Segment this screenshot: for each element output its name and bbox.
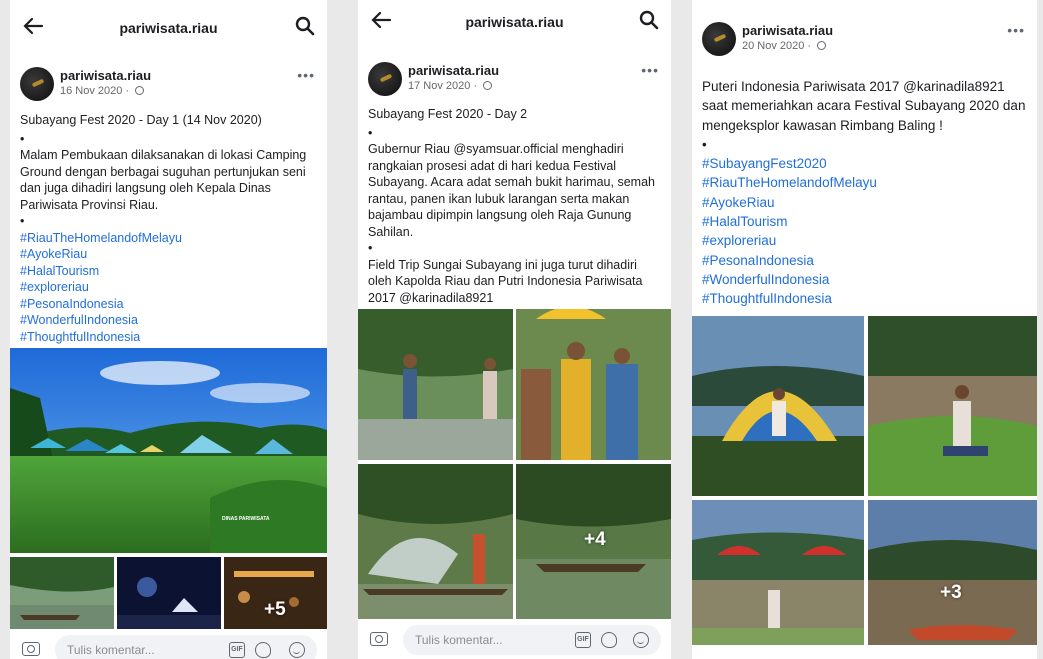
post-date: 20 Nov 2020 ·	[742, 40, 827, 52]
caption-line: •	[368, 241, 373, 255]
caption-line: •	[368, 125, 373, 140]
hashtag-link[interactable]: #exploreriau	[20, 279, 319, 296]
post-caption: Subayang Fest 2020 - Day 1 (14 Nov 2020)…	[20, 112, 319, 345]
caption-line: Subayang Fest 2020 - Day 2	[368, 107, 528, 121]
sticker-icon[interactable]	[255, 642, 271, 658]
hashtag-link[interactable]: #ThoughtfulIndonesia	[20, 329, 319, 346]
globe-icon	[135, 86, 145, 95]
comment-placeholder: Tulis komentar...	[67, 643, 155, 657]
post-photo-river-kayak[interactable]	[868, 500, 1037, 645]
top-bar: pariwisata.riau	[358, 0, 671, 50]
hashtag-link[interactable]: #HalalTourism	[702, 212, 1029, 231]
post-photo-thumbnail[interactable]	[10, 557, 114, 629]
post-photo-riverbank[interactable]	[868, 316, 1037, 496]
hashtag-link[interactable]: #AyokeRiau	[20, 246, 319, 263]
emoji-icon[interactable]	[289, 642, 305, 658]
page-title: pariwisata.riau	[119, 20, 218, 36]
hashtag-link[interactable]: #PesonaIndonesia	[20, 296, 319, 313]
author-name[interactable]: pariwisata.riau	[60, 68, 151, 83]
more-options-icon[interactable]: •••	[1007, 22, 1025, 38]
avatar[interactable]	[702, 22, 736, 56]
author-name[interactable]: pariwisata.riau	[408, 63, 499, 78]
hashtag-link[interactable]: #exploreriau	[702, 231, 1029, 250]
camera-icon[interactable]	[22, 642, 40, 656]
post-photo-fishing-net[interactable]	[358, 464, 513, 619]
comment-placeholder: Tulis komentar...	[415, 633, 503, 647]
hashtag-link[interactable]: #SubayangFest2020	[702, 154, 1029, 173]
post-panel-day3: pariwisata.riau 20 Nov 2020 · ••• Puteri…	[692, 0, 1037, 659]
hashtag-link[interactable]: #WonderfulIndonesia	[702, 270, 1029, 289]
top-bar: pariwisata.riau	[10, 0, 327, 56]
caption-line: •	[702, 136, 707, 152]
hashtag-link[interactable]: #HalalTourism	[20, 263, 319, 280]
gif-icon[interactable]: GIF	[229, 642, 245, 658]
caption-line: Gubernur Riau @syamsuar.official menghad…	[368, 142, 655, 239]
caption-line: Field Trip Sungai Subayang ini juga turu…	[368, 257, 643, 305]
post-photo-umbrellas[interactable]	[692, 500, 864, 645]
post-caption: Puteri Indonesia Pariwisata 2017 @karina…	[702, 77, 1029, 309]
caption-line: Puteri Indonesia Pariwisata 2017 @karina…	[702, 79, 1026, 133]
emoji-icon[interactable]	[633, 632, 649, 648]
post-photo-tent[interactable]	[692, 316, 864, 496]
post-photo-governor-ceremony[interactable]	[516, 309, 671, 460]
search-icon[interactable]	[295, 16, 315, 36]
post-header: pariwisata.riau 17 Nov 2020 · •••	[358, 62, 671, 106]
caption-line: Malam Pembukaan dilaksanakan di lokasi C…	[20, 148, 307, 212]
globe-icon	[817, 41, 827, 50]
gif-icon[interactable]: GIF	[575, 632, 591, 648]
page-title: pariwisata.riau	[465, 14, 564, 30]
hashtag-link[interactable]: #ThoughtfulIndonesia	[702, 289, 1029, 308]
hashtag-link[interactable]: #WonderfulIndonesia	[20, 312, 319, 329]
post-photo-thumbnail[interactable]	[117, 557, 221, 629]
comment-bar: Tulis komentar... GIF	[10, 630, 327, 659]
comment-bar: Tulis komentar... GIF	[358, 620, 671, 659]
post-date: 16 Nov 2020 ·	[60, 85, 145, 97]
photo-watermark: DINAS PARIWISATA	[222, 516, 270, 522]
search-icon[interactable]	[639, 10, 659, 30]
sticker-icon[interactable]	[601, 632, 617, 648]
hashtag-link[interactable]: #RiauTheHomelandofMelayu	[702, 173, 1029, 192]
caption-line: Subayang Fest 2020 - Day 1 (14 Nov 2020)	[20, 113, 262, 127]
more-options-icon[interactable]: •••	[297, 67, 315, 83]
more-photos-count[interactable]: +3	[940, 582, 962, 604]
post-caption: Subayang Fest 2020 - Day 2 • Gubernur Ri…	[368, 106, 663, 306]
author-name[interactable]: pariwisata.riau	[742, 23, 833, 38]
post-date-text: 16 Nov 2020 ·	[60, 85, 133, 97]
post-date: 17 Nov 2020 ·	[408, 80, 493, 92]
comment-input[interactable]: Tulis komentar... GIF	[55, 635, 317, 659]
avatar[interactable]	[20, 67, 54, 101]
hashtag-link[interactable]: #RiauTheHomelandofMelayu	[20, 230, 319, 247]
more-photos-count[interactable]: +5	[264, 599, 286, 621]
comment-input[interactable]: Tulis komentar... GIF	[403, 625, 661, 655]
caption-line: •	[20, 131, 25, 146]
more-options-icon[interactable]: •••	[641, 62, 659, 78]
post-header: pariwisata.riau 16 Nov 2020 · •••	[10, 67, 327, 111]
post-date-text: 17 Nov 2020 ·	[408, 80, 481, 92]
post-panel-day2: pariwisata.riau pariwisata.riau 17 Nov 2…	[358, 0, 671, 659]
globe-icon	[483, 81, 493, 90]
more-photos-count[interactable]: +4	[584, 529, 606, 551]
camera-icon[interactable]	[370, 632, 388, 646]
caption-line: •	[20, 214, 25, 228]
post-panel-day1: pariwisata.riau pariwisata.riau 16 Nov 2…	[10, 0, 327, 659]
post-photo-camping-ground[interactable]: DINAS PARIWISATA	[10, 348, 327, 553]
post-photo-river-ceremony[interactable]	[358, 309, 513, 460]
post-header: pariwisata.riau 20 Nov 2020 · •••	[692, 22, 1037, 66]
hashtag-link[interactable]: #PesonaIndonesia	[702, 251, 1029, 270]
hashtag-link[interactable]: #AyokeRiau	[702, 193, 1029, 212]
avatar[interactable]	[368, 62, 402, 96]
post-date-text: 20 Nov 2020 ·	[742, 40, 815, 52]
